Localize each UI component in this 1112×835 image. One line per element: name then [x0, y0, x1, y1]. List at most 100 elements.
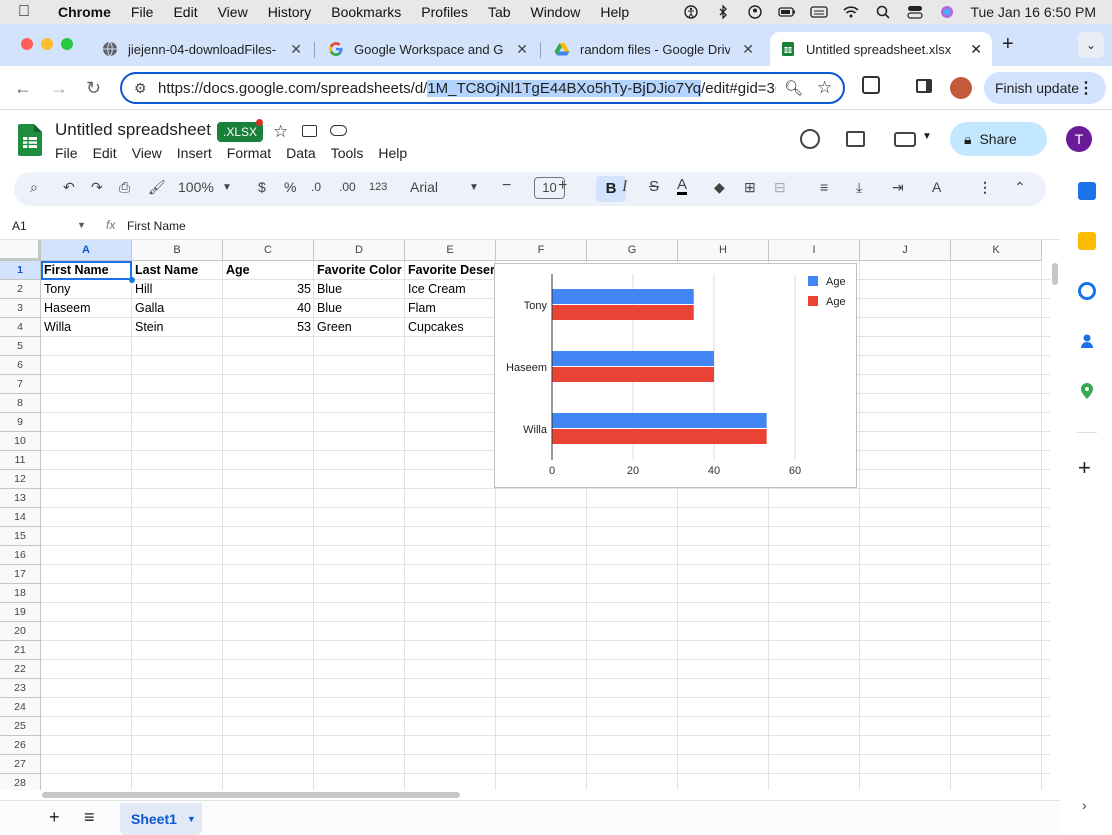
column-header-d[interactable]: D — [314, 240, 405, 261]
keep-notes-icon[interactable] — [1078, 232, 1096, 250]
strikethrough-icon[interactable]: S — [649, 178, 659, 195]
address-bar[interactable]: ⚙ https://docs.google.com/spreadsheets/d… — [120, 72, 845, 104]
table-cell[interactable]: Cupcakes — [405, 318, 498, 337]
number-format-button[interactable]: 123 — [369, 181, 387, 193]
search-menus-icon[interactable]: ⌕ — [30, 179, 38, 196]
accessibility-icon[interactable] — [682, 5, 700, 19]
document-title[interactable]: Untitled spreadsheet — [55, 120, 211, 140]
row-header[interactable]: 5 — [0, 337, 41, 356]
font-dropdown-icon[interactable]: ▼ — [469, 182, 479, 193]
table-cell[interactable]: Haseem — [41, 299, 132, 318]
fill-color-icon[interactable]: ◆ — [714, 179, 725, 196]
row-header[interactable]: 13 — [0, 489, 41, 508]
embedded-bar-chart[interactable]: 0 20 40 60 Tony Haseem Willa Age Age — [494, 263, 857, 488]
merge-cells-icon[interactable]: ⊟ — [774, 179, 786, 196]
row-header[interactable]: 16 — [0, 546, 41, 565]
header-cell[interactable]: Favorite Desert — [405, 261, 498, 280]
calendar-icon[interactable] — [1078, 182, 1096, 200]
select-all-corner[interactable] — [0, 240, 41, 261]
menu-profiles[interactable]: Profiles — [421, 4, 468, 20]
row-header[interactable]: 11 — [0, 451, 41, 470]
header-cell[interactable]: Favorite Color — [314, 261, 405, 280]
close-tab-icon[interactable]: ✕ — [970, 41, 982, 58]
redo-icon[interactable]: ↷ — [91, 179, 103, 196]
row-header[interactable]: 28 — [0, 774, 41, 790]
forward-arrow-icon[interactable]: → — [50, 78, 68, 99]
show-side-panel-icon[interactable]: › — [1082, 797, 1087, 813]
doc-menu-insert[interactable]: Insert — [177, 145, 212, 161]
siri-icon[interactable] — [938, 5, 956, 19]
row-header[interactable]: 3 — [0, 299, 41, 318]
star-icon[interactable]: ☆ — [273, 122, 288, 142]
side-panel-icon[interactable] — [916, 79, 932, 93]
horizontal-scrollbar[interactable] — [42, 792, 460, 798]
url-text[interactable]: https://docs.google.com/spreadsheets/d/1… — [158, 79, 776, 97]
zoom-magnifier-icon[interactable]: 🔍︎ — [784, 79, 803, 97]
doc-menu-edit[interactable]: Edit — [93, 145, 117, 161]
header-cell[interactable]: Last Name — [132, 261, 223, 280]
all-sheets-menu-icon[interactable]: ≡ — [84, 807, 95, 828]
cloud-status-icon[interactable] — [330, 125, 347, 136]
row-header[interactable]: 20 — [0, 622, 41, 641]
spotlight-search-icon[interactable] — [874, 5, 892, 19]
row-header[interactable]: 4 — [0, 318, 41, 337]
vertical-scrollbar[interactable] — [1052, 263, 1058, 285]
table-cell[interactable]: Tony — [41, 280, 132, 299]
menu-help[interactable]: Help — [600, 4, 629, 20]
close-tab-icon[interactable]: ✕ — [742, 41, 754, 58]
collapse-toolbar-icon[interactable]: ⌃ — [1014, 179, 1026, 196]
battery-icon[interactable] — [778, 5, 796, 19]
add-sheet-button[interactable]: + — [49, 807, 60, 828]
column-header-a[interactable]: A — [41, 240, 132, 261]
table-cell[interactable]: Flam — [405, 299, 498, 318]
tab-search-button[interactable]: ⌄ — [1078, 32, 1104, 58]
row-header[interactable]: 7 — [0, 375, 41, 394]
bluetooth-icon[interactable] — [714, 4, 732, 20]
doc-menu-view[interactable]: View — [132, 145, 162, 161]
increase-font-size-button[interactable]: + — [558, 177, 567, 195]
finish-update-button[interactable]: Finish update ⋮ — [984, 72, 1106, 104]
row-header[interactable]: 9 — [0, 413, 41, 432]
table-cell[interactable]: Stein — [132, 318, 223, 337]
meet-dropdown-arrow-icon[interactable]: ▼ — [922, 131, 932, 142]
table-cell[interactable]: Blue — [314, 280, 405, 299]
doc-menu-format[interactable]: Format — [227, 145, 271, 161]
apple-icon[interactable]:  — [18, 3, 40, 21]
reload-icon[interactable]: ↻ — [86, 78, 101, 99]
increase-decimal-button[interactable]: .00 — [339, 180, 356, 194]
contacts-icon[interactable] — [1078, 332, 1096, 350]
comments-icon[interactable] — [846, 131, 865, 147]
text-color-icon[interactable]: A — [677, 177, 688, 195]
zoom-dropdown-icon[interactable]: ▼ — [222, 182, 232, 193]
browser-tab[interactable]: random files - Google Drive ✕ — [544, 32, 764, 66]
extensions-puzzle-icon[interactable] — [862, 76, 880, 94]
table-cell[interactable]: 40 — [223, 299, 314, 318]
close-tab-icon[interactable]: ✕ — [516, 41, 528, 58]
wifi-icon[interactable] — [842, 5, 860, 19]
borders-icon[interactable]: ⊞ — [744, 179, 756, 196]
row-header[interactable]: 24 — [0, 698, 41, 717]
row-header[interactable]: 17 — [0, 565, 41, 584]
meet-video-icon[interactable] — [894, 132, 916, 147]
new-tab-button[interactable]: + — [1002, 33, 1014, 56]
menu-bookmarks[interactable]: Bookmarks — [331, 4, 401, 20]
table-cell[interactable]: 35 — [223, 280, 314, 299]
fill-handle[interactable] — [129, 277, 135, 283]
row-header[interactable]: 22 — [0, 660, 41, 679]
column-header-j[interactable]: J — [860, 240, 951, 261]
doc-menu-tools[interactable]: Tools — [331, 145, 364, 161]
menu-window[interactable]: Window — [531, 4, 581, 20]
menu-clock[interactable]: Tue Jan 16 6:50 PM — [970, 4, 1096, 20]
menu-app-name[interactable]: Chrome — [58, 4, 111, 20]
more-options-icon[interactable]: ⋮ — [978, 179, 992, 196]
zoom-select[interactable]: 100% — [178, 179, 214, 195]
column-header-g[interactable]: G — [587, 240, 678, 261]
text-wrapping-icon[interactable]: ⇥ — [892, 179, 904, 196]
keyboard-input-icon[interactable] — [810, 5, 829, 19]
row-header[interactable]: 21 — [0, 641, 41, 660]
browser-tab-active[interactable]: Untitled spreadsheet.xlsx - ✕ — [770, 32, 992, 66]
font-family-select[interactable]: Arial — [410, 179, 438, 195]
row-header[interactable]: 18 — [0, 584, 41, 603]
menu-tab[interactable]: Tab — [488, 4, 511, 20]
maximize-window-button[interactable] — [61, 38, 73, 50]
